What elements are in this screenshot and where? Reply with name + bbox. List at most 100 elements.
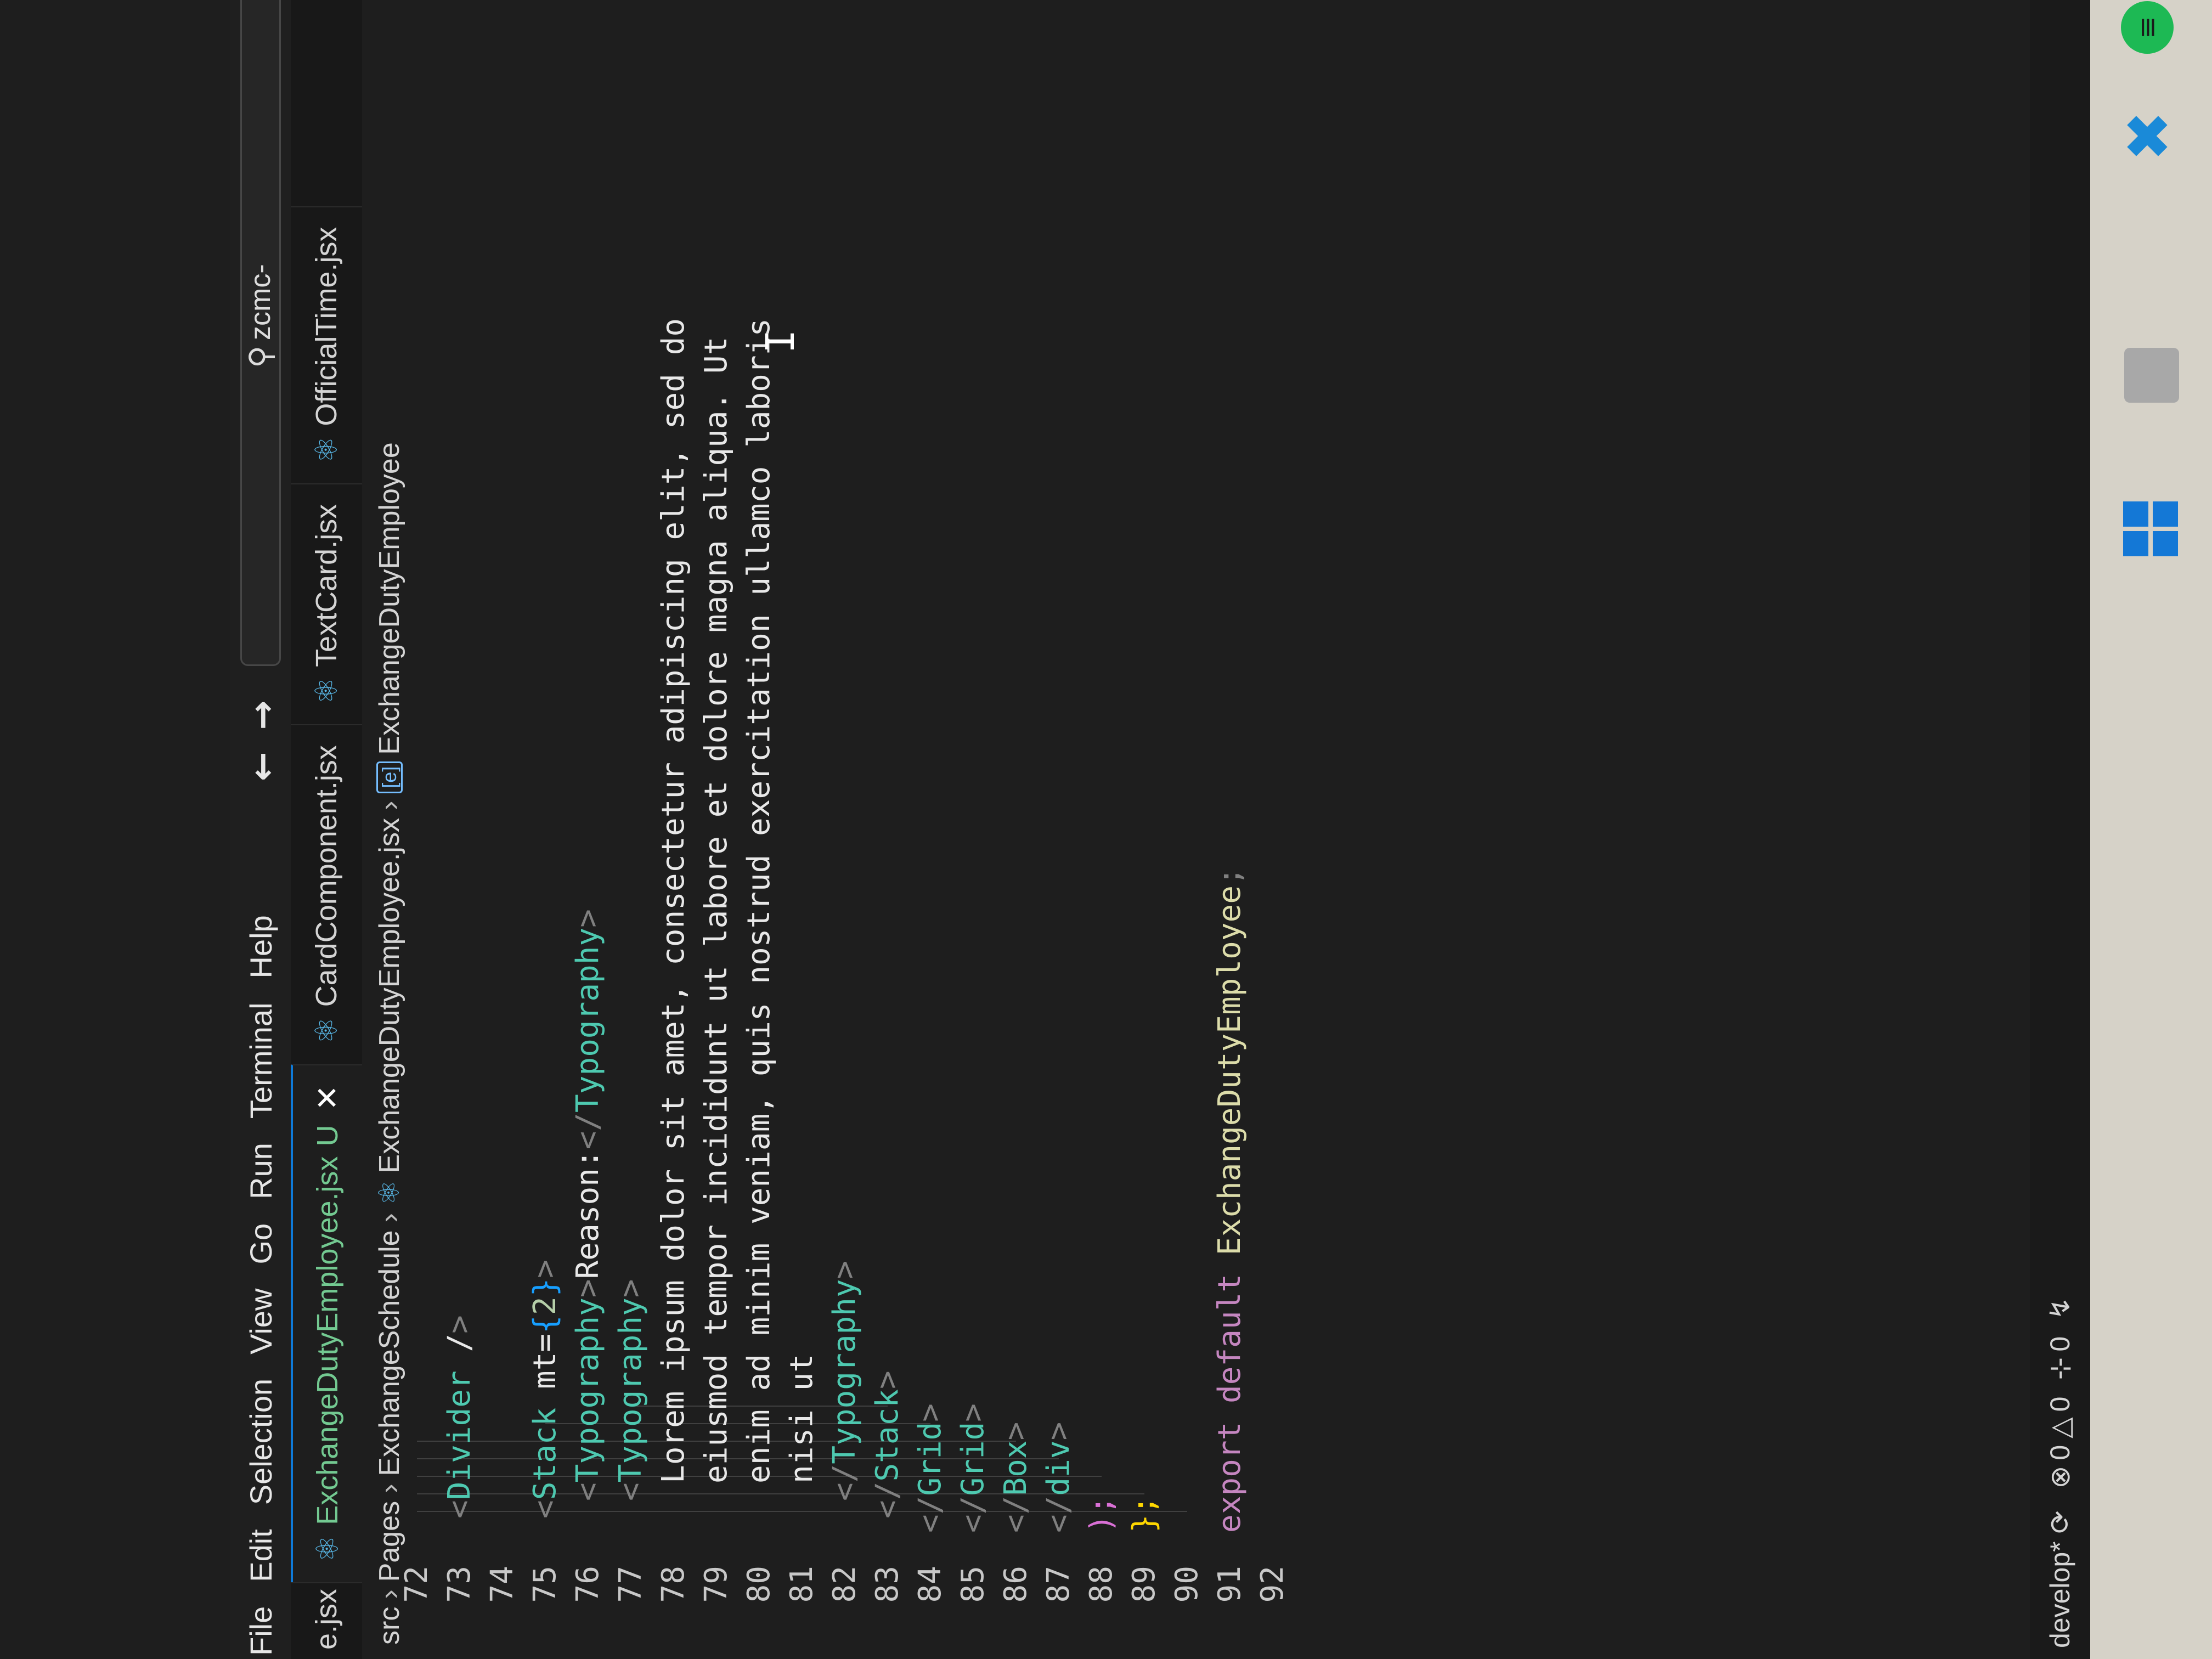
code-line: 78 Lorem ipsum dolor sit amet, consectetu… [652, 0, 695, 1659]
problems-indicator[interactable]: ⊗ 0 △ 0 [2044, 1397, 2076, 1489]
menu-file[interactable]: File [243, 1606, 279, 1656]
warning-icon: △ [2045, 1417, 2075, 1438]
editor-tab-bar: e.jsx ⚛ ExchangeDutyEmployee.jsx U ✕ ⚛ CardCom… [291, 0, 362, 1659]
code-line: 91 export default ExchangeDutyEmployee; [1208, 0, 1251, 1659]
code-text: </Stack> [869, 1370, 905, 1519]
line-number: 83 [869, 1566, 905, 1603]
windows-start-icon[interactable] [2123, 501, 2178, 556]
branch-indicator[interactable]: develop* ⟳ [2044, 1505, 2076, 1648]
menu-bar: File Edit Selection View Go Run Terminal Help ←… [230, 0, 292, 1659]
close-icon[interactable]: ✕ [309, 1085, 346, 1111]
react-icon: ⚛ [309, 676, 343, 705]
code-line: 75 <Stack mt={2}> [523, 0, 566, 1659]
code-text: enim ad minim veniam, quis nostrud exerc… [741, 318, 777, 1483]
line-number: 80 [741, 1566, 777, 1603]
line-number: 72 [398, 1566, 435, 1603]
code-line: 84 </Grid> [909, 0, 951, 1659]
code-text: export default ExchangeDutyEmployee; [1211, 867, 1248, 1533]
menu-run[interactable]: Run [243, 1143, 279, 1199]
menu-terminal[interactable]: Terminal [243, 1002, 279, 1119]
code-text: </Box> [997, 1421, 1034, 1533]
line-number: 76 [569, 1566, 606, 1603]
code-line: 90 [1165, 0, 1208, 1659]
line-number: 75 [527, 1566, 563, 1603]
search-text: zcmc- [245, 264, 276, 340]
tab-label: TextCard.jsx [310, 504, 343, 667]
menu-items: File Edit Selection View Go Run Terminal Help [243, 891, 279, 1656]
code-line: 77 <Typography> [609, 0, 652, 1659]
code-text: </Typography> [826, 1260, 862, 1501]
line-number: 87 [1040, 1566, 1076, 1603]
react-icon: ⚛ [309, 436, 343, 464]
menu-help[interactable]: Help [243, 915, 279, 978]
code-line: 88); [1080, 0, 1122, 1659]
ports-indicator[interactable]: ⊹ 0 [2044, 1336, 2076, 1380]
text-cursor-icon: I [757, 329, 803, 353]
react-icon: ⚛ [309, 1017, 343, 1045]
editor-tab[interactable]: ⚛ CardComponent.jsx [291, 724, 362, 1064]
code-text: </div> [1040, 1421, 1076, 1533]
status-bar: develop* ⟳ ⊗ 0 △ 0 ⊹ 0 ↯ [2030, 0, 2090, 1659]
ports-count: 0 [2045, 1336, 2075, 1352]
editor-tab[interactable]: ⚛ ExchangeDutyEmployee.jsx U ✕ [291, 1064, 362, 1582]
code-line: 82 </Typography> [823, 0, 866, 1659]
editor-tab[interactable]: ⚛ TextCard.jsx [291, 483, 362, 725]
back-arrow-icon[interactable]: ← [242, 752, 283, 781]
menu-edit[interactable]: Edit [243, 1529, 279, 1582]
modified-badge: U [311, 1125, 344, 1147]
editor-tab[interactable]: e.jsx [291, 1582, 362, 1659]
menu-view[interactable]: View [243, 1289, 279, 1355]
code-line: 73 <Divider /> [438, 0, 481, 1659]
warning-count: 0 [2045, 1396, 2075, 1412]
line-number: 77 [612, 1566, 648, 1603]
code-line: 81 nisi ut [780, 0, 823, 1659]
forward-arrow-icon[interactable]: → [242, 701, 283, 730]
line-number: 88 [1083, 1566, 1119, 1603]
line-number: 89 [1126, 1566, 1162, 1603]
code-text: eiusmod tempor incididunt ut labore et d… [698, 336, 734, 1483]
code-line: 92 [1251, 0, 1294, 1659]
code-text: ); [1083, 1496, 1119, 1533]
navigation-arrows: ← → [242, 701, 283, 781]
code-line: 86 </Box> [994, 0, 1037, 1659]
line-number: 90 [1169, 1566, 1205, 1603]
code-line: 72 [395, 0, 438, 1659]
code-line: 74 [481, 0, 523, 1659]
editor-tab[interactable]: ⚛ OfficialTime.jsx [291, 206, 362, 483]
error-icon: ⊗ [2045, 1465, 2075, 1489]
line-number: 73 [441, 1566, 477, 1603]
command-center-search[interactable]: ⚲ zcmc- [240, 0, 281, 666]
code-editor[interactable]: 72 73 <Divider /> 74 75 <Stack mt={2}> 76 <Typo… [399, 0, 2030, 1659]
file-explorer-icon[interactable] [2124, 348, 2179, 403]
taskbar: ✖ ≡ [2090, 0, 2212, 1659]
tab-label: OfficialTime.jsx [310, 227, 343, 426]
line-number: 78 [655, 1566, 691, 1603]
broadcast-icon: ⊹ [2045, 1357, 2075, 1380]
code-line: 80 enim ad minim veniam, quis nostrud exe… [737, 0, 780, 1659]
line-number: 79 [698, 1566, 734, 1603]
code-text: </Grid> [955, 1403, 991, 1533]
code-line: 89}; [1122, 0, 1165, 1659]
line-number: 86 [997, 1566, 1034, 1603]
tab-label: CardComponent.jsx [310, 745, 343, 1007]
menu-selection[interactable]: Selection [243, 1379, 279, 1505]
spotify-icon[interactable]: ≡ [2121, 1, 2174, 54]
code-line: 87 </div> [1037, 0, 1080, 1659]
search-icon: ⚲ [242, 345, 279, 368]
code-text: <Typography>Reason:</Typography> [569, 909, 606, 1501]
error-count: 0 [2045, 1444, 2075, 1460]
code-text: }; [1126, 1496, 1162, 1533]
line-number: 74 [484, 1566, 520, 1603]
lightning-icon[interactable]: ↯ [2044, 1297, 2076, 1320]
code-text: <Divider /> [441, 1315, 477, 1519]
react-icon: ⚛ [310, 1534, 345, 1562]
code-text: nisi ut [783, 1353, 820, 1483]
code-line: 76 <Typography>Reason:</Typography> [566, 0, 609, 1659]
line-number: 85 [955, 1566, 991, 1603]
line-number: 82 [826, 1566, 862, 1603]
menu-go[interactable]: Go [243, 1223, 279, 1265]
sync-icon[interactable]: ⟳ [2044, 1510, 2076, 1533]
vscode-icon[interactable]: ✖ [2113, 106, 2183, 161]
code-line: 85 </Grid> [951, 0, 994, 1659]
code-text: <Typography> [612, 1279, 648, 1501]
